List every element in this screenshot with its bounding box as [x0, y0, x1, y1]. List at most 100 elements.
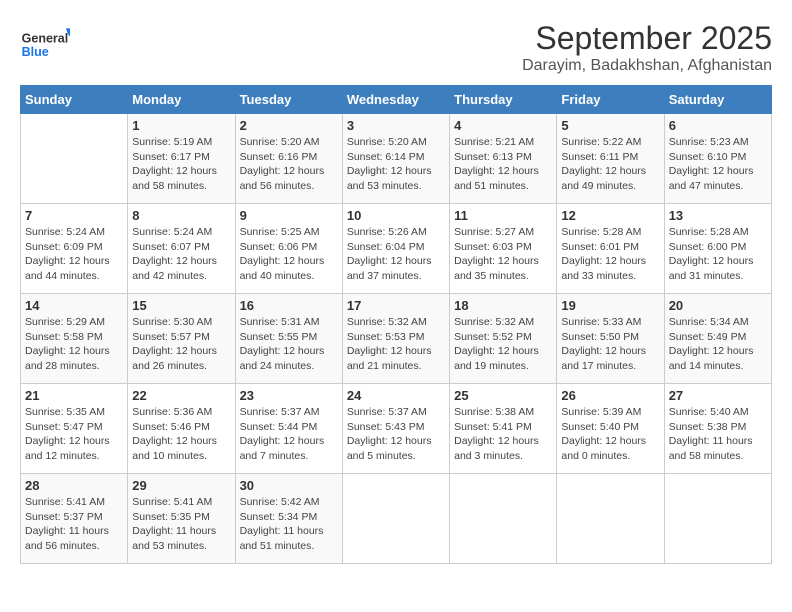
calendar-cell: 14 Sunrise: 5:29 AM Sunset: 5:58 PM Dayli… — [21, 294, 128, 384]
week-row-2: 7 Sunrise: 5:24 AM Sunset: 6:09 PM Daylig… — [21, 204, 772, 294]
calendar-cell: 22Sunrise: 5:36 AM Sunset: 5:46 PM Dayli… — [128, 384, 235, 474]
calendar-cell: 29 Sunrise: 5:41 AM Sunset: 5:35 PM Dayli… — [128, 474, 235, 564]
calendar-cell: 27Sunrise: 5:40 AM Sunset: 5:38 PM Dayli… — [664, 384, 771, 474]
calendar-cell: 5 Sunrise: 5:22 AM Sunset: 6:11 PM Daylig… — [557, 114, 664, 204]
calendar-cell: 16Sunrise: 5:31 AM Sunset: 5:55 PM Dayli… — [235, 294, 342, 384]
calendar-cell: 21 Sunrise: 5:35 AM Sunset: 5:47 PM Dayli… — [21, 384, 128, 474]
day-number: 15 — [132, 298, 230, 313]
day-info: Sunrise: 5:30 AM Sunset: 5:57 PM Dayligh… — [132, 315, 230, 374]
week-row-1: 1 Sunrise: 5:19 AM Sunset: 6:17 PM Daylig… — [21, 114, 772, 204]
weekday-header-friday: Friday — [557, 86, 664, 114]
day-info: Sunrise: 5:27 AM Sunset: 6:03 PM Dayligh… — [454, 225, 552, 284]
weekday-header-thursday: Thursday — [450, 86, 557, 114]
calendar-title: September 2025 — [522, 20, 772, 57]
day-info: Sunrise: 5:19 AM Sunset: 6:17 PM Dayligh… — [132, 135, 230, 194]
week-row-4: 21 Sunrise: 5:35 AM Sunset: 5:47 PM Dayli… — [21, 384, 772, 474]
svg-text:Blue: Blue — [22, 45, 49, 59]
day-info: Sunrise: 5:26 AM Sunset: 6:04 PM Dayligh… — [347, 225, 445, 284]
day-number: 29 — [132, 478, 230, 493]
calendar-cell: 19 Sunrise: 5:33 AM Sunset: 5:50 PM Dayli… — [557, 294, 664, 384]
calendar-cell: 18 Sunrise: 5:32 AM Sunset: 5:52 PM Dayli… — [450, 294, 557, 384]
weekday-header-row: SundayMondayTuesdayWednesdayThursdayFrid… — [21, 86, 772, 114]
week-row-5: 28 Sunrise: 5:41 AM Sunset: 5:37 PM Dayli… — [21, 474, 772, 564]
day-number: 12 — [561, 208, 659, 223]
day-info: Sunrise: 5:35 AM Sunset: 5:47 PM Dayligh… — [25, 405, 123, 464]
day-number: 3 — [347, 118, 445, 133]
day-number: 1 — [132, 118, 230, 133]
title-block: September 2025 Darayim, Badakhshan, Afgh… — [522, 20, 772, 75]
day-info: Sunrise: 5:21 AM Sunset: 6:13 PM Dayligh… — [454, 135, 552, 194]
day-info: Sunrise: 5:39 AM Sunset: 5:40 PM Dayligh… — [561, 405, 659, 464]
calendar-cell — [557, 474, 664, 564]
weekday-header-sunday: Sunday — [21, 86, 128, 114]
calendar-table: SundayMondayTuesdayWednesdayThursdayFrid… — [20, 85, 772, 564]
day-number: 6 — [669, 118, 767, 133]
day-info: Sunrise: 5:37 AM Sunset: 5:43 PM Dayligh… — [347, 405, 445, 464]
day-info: Sunrise: 5:41 AM Sunset: 5:35 PM Dayligh… — [132, 495, 230, 554]
calendar-cell: 9Sunrise: 5:25 AM Sunset: 6:06 PM Daylig… — [235, 204, 342, 294]
day-info: Sunrise: 5:20 AM Sunset: 6:14 PM Dayligh… — [347, 135, 445, 194]
day-info: Sunrise: 5:24 AM Sunset: 6:09 PM Dayligh… — [25, 225, 123, 284]
day-number: 21 — [25, 388, 123, 403]
weekday-header-tuesday: Tuesday — [235, 86, 342, 114]
calendar-cell — [450, 474, 557, 564]
day-number: 13 — [669, 208, 767, 223]
calendar-cell — [342, 474, 449, 564]
calendar-cell: 7 Sunrise: 5:24 AM Sunset: 6:09 PM Daylig… — [21, 204, 128, 294]
day-info: Sunrise: 5:34 AM Sunset: 5:49 PM Dayligh… — [669, 315, 767, 374]
weekday-header-wednesday: Wednesday — [342, 86, 449, 114]
day-info: Sunrise: 5:20 AM Sunset: 6:16 PM Dayligh… — [240, 135, 338, 194]
calendar-cell: 15 Sunrise: 5:30 AM Sunset: 5:57 PM Dayli… — [128, 294, 235, 384]
day-number: 7 — [25, 208, 123, 223]
day-number: 27 — [669, 388, 767, 403]
calendar-cell — [664, 474, 771, 564]
day-info: Sunrise: 5:42 AM Sunset: 5:34 PM Dayligh… — [240, 495, 338, 554]
day-number: 30 — [240, 478, 338, 493]
day-info: Sunrise: 5:22 AM Sunset: 6:11 PM Dayligh… — [561, 135, 659, 194]
day-info: Sunrise: 5:28 AM Sunset: 6:00 PM Dayligh… — [669, 225, 767, 284]
logo-svg: General Blue — [20, 20, 70, 70]
day-number: 10 — [347, 208, 445, 223]
calendar-cell: 23 Sunrise: 5:37 AM Sunset: 5:44 PM Dayli… — [235, 384, 342, 474]
day-number: 17 — [347, 298, 445, 313]
calendar-cell: 17 Sunrise: 5:32 AM Sunset: 5:53 PM Dayli… — [342, 294, 449, 384]
calendar-cell: 4 Sunrise: 5:21 AM Sunset: 6:13 PM Daylig… — [450, 114, 557, 204]
day-info: Sunrise: 5:32 AM Sunset: 5:53 PM Dayligh… — [347, 315, 445, 374]
day-number: 16 — [240, 298, 338, 313]
calendar-cell: 2 Sunrise: 5:20 AM Sunset: 6:16 PM Daylig… — [235, 114, 342, 204]
svg-text:General: General — [22, 32, 69, 46]
day-number: 4 — [454, 118, 552, 133]
calendar-subtitle: Darayim, Badakhshan, Afghanistan — [522, 57, 772, 75]
day-number: 19 — [561, 298, 659, 313]
day-number: 8 — [132, 208, 230, 223]
day-info: Sunrise: 5:32 AM Sunset: 5:52 PM Dayligh… — [454, 315, 552, 374]
day-number: 5 — [561, 118, 659, 133]
day-info: Sunrise: 5:37 AM Sunset: 5:44 PM Dayligh… — [240, 405, 338, 464]
calendar-cell: 10 Sunrise: 5:26 AM Sunset: 6:04 PM Dayli… — [342, 204, 449, 294]
day-info: Sunrise: 5:25 AM Sunset: 6:06 PM Dayligh… — [240, 225, 338, 284]
calendar-cell: 6 Sunrise: 5:23 AM Sunset: 6:10 PM Daylig… — [664, 114, 771, 204]
calendar-cell: 25Sunrise: 5:38 AM Sunset: 5:41 PM Dayli… — [450, 384, 557, 474]
calendar-cell: 26 Sunrise: 5:39 AM Sunset: 5:40 PM Dayli… — [557, 384, 664, 474]
calendar-cell: 1 Sunrise: 5:19 AM Sunset: 6:17 PM Daylig… — [128, 114, 235, 204]
day-info: Sunrise: 5:41 AM Sunset: 5:37 PM Dayligh… — [25, 495, 123, 554]
calendar-cell: 3 Sunrise: 5:20 AM Sunset: 6:14 PM Daylig… — [342, 114, 449, 204]
day-number: 23 — [240, 388, 338, 403]
day-number: 14 — [25, 298, 123, 313]
day-number: 18 — [454, 298, 552, 313]
day-number: 11 — [454, 208, 552, 223]
day-number: 26 — [561, 388, 659, 403]
day-info: Sunrise: 5:36 AM Sunset: 5:46 PM Dayligh… — [132, 405, 230, 464]
day-info: Sunrise: 5:23 AM Sunset: 6:10 PM Dayligh… — [669, 135, 767, 194]
calendar-cell — [21, 114, 128, 204]
day-number: 25 — [454, 388, 552, 403]
day-info: Sunrise: 5:33 AM Sunset: 5:50 PM Dayligh… — [561, 315, 659, 374]
weekday-header-saturday: Saturday — [664, 86, 771, 114]
day-number: 28 — [25, 478, 123, 493]
day-number: 2 — [240, 118, 338, 133]
weekday-header-monday: Monday — [128, 86, 235, 114]
calendar-cell: 24Sunrise: 5:37 AM Sunset: 5:43 PM Dayli… — [342, 384, 449, 474]
calendar-cell: 28 Sunrise: 5:41 AM Sunset: 5:37 PM Dayli… — [21, 474, 128, 564]
week-row-3: 14 Sunrise: 5:29 AM Sunset: 5:58 PM Dayli… — [21, 294, 772, 384]
day-info: Sunrise: 5:29 AM Sunset: 5:58 PM Dayligh… — [25, 315, 123, 374]
